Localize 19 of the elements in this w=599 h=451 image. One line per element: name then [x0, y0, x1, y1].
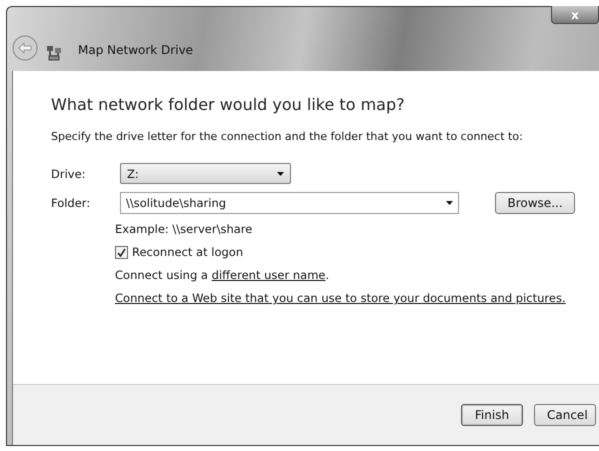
dialog-button[interactable]: Cancel [534, 404, 596, 426]
browse-button[interactable]: Browse... [494, 192, 574, 214]
dropdown-arrow-icon [446, 201, 453, 205]
different-user-link[interactable]: different user name [212, 268, 326, 282]
drive-label: Drive: [51, 166, 87, 180]
drive-dropdown[interactable]: Z: [120, 163, 291, 184]
instruction-text: Specify the drive letter for the connection and the folder that you want to connect to: [51, 130, 524, 143]
folder-label: Folder: [51, 196, 92, 210]
heading: What network folder would you like to map? [51, 95, 406, 114]
folder-field[interactable]: \\solitude\sharing [120, 192, 459, 214]
network-drive-icon [46, 45, 62, 61]
dropdown-arrow-icon [277, 172, 284, 176]
example-text: Example: \\server\share [115, 222, 254, 236]
window-title: Map Network Drive [78, 43, 194, 57]
credentials-text: Connect using a different user name. [115, 268, 330, 282]
reconnect-label: Reconnect at logon [132, 245, 244, 259]
web-site-link[interactable]: Connect to a Web site that you can use to store your documents and pictures. [115, 291, 599, 305]
dialog-button[interactable]: Finish [461, 404, 523, 426]
reconnect-checkbox[interactable] [115, 246, 128, 258]
